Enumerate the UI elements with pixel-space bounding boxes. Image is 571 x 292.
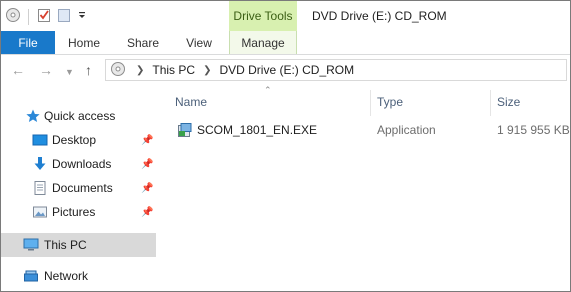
nav-item-network[interactable]: Network	[1, 264, 156, 288]
column-divider[interactable]	[490, 90, 491, 116]
nav-item-desktop[interactable]: Desktop 📌	[1, 128, 156, 152]
nav-label: This PC	[44, 238, 87, 252]
pin-icon[interactable]: 📌	[141, 183, 153, 194]
column-header-type[interactable]: Type	[377, 95, 403, 109]
network-icon	[23, 268, 39, 284]
tab-view[interactable]: View	[177, 31, 221, 54]
up-arrow-icon[interactable]: ↑	[85, 62, 92, 78]
nav-label: Desktop	[52, 133, 97, 147]
explorer-window: Drive Tools DVD Drive (E:) CD_ROM File H…	[0, 0, 571, 292]
window-title: DVD Drive (E:) CD_ROM	[312, 9, 447, 23]
pictures-icon	[32, 204, 48, 220]
nav-item-documents[interactable]: Documents 📌	[1, 176, 156, 200]
breadcrumb-this-pc[interactable]: This PC	[152, 63, 195, 77]
pin-icon[interactable]: 📌	[141, 135, 153, 146]
desktop-icon	[32, 132, 48, 148]
properties-icon[interactable]	[36, 7, 52, 26]
recent-locations-chevron-icon[interactable]: ▼	[65, 64, 74, 80]
file-list: ⌃ Name Type Size SCOM_1801_EN.EXE Applic…	[159, 85, 570, 291]
column-header-row: ⌃ Name Type Size	[159, 85, 570, 116]
nav-label: Documents	[52, 181, 113, 195]
ribbon-tabs: File Home Share View Manage	[1, 31, 570, 55]
star-icon	[25, 108, 41, 124]
tab-file[interactable]: File	[1, 31, 55, 54]
nav-label: Pictures	[52, 205, 96, 219]
breadcrumb-separator-icon: ❯	[136, 64, 145, 76]
drive-icon[interactable]	[5, 7, 21, 26]
nav-item-quick-access[interactable]: Quick access	[1, 104, 156, 128]
tab-share[interactable]: Share	[119, 31, 167, 54]
pin-icon[interactable]: 📌	[141, 207, 153, 218]
breadcrumb-separator-icon: ❯	[203, 64, 212, 76]
sort-ascending-icon: ⌃	[264, 85, 272, 95]
pin-icon[interactable]: 📌	[141, 159, 153, 170]
file-name: SCOM_1801_EN.EXE	[197, 123, 318, 137]
documents-icon	[32, 180, 48, 196]
setup-exe-icon	[177, 122, 193, 141]
download-icon	[32, 156, 48, 172]
customize-toolbar-icon[interactable]	[76, 7, 88, 26]
nav-label: Downloads	[52, 157, 112, 171]
forward-arrow-icon[interactable]: →	[39, 62, 53, 78]
back-arrow-icon[interactable]: ←	[11, 62, 25, 78]
new-folder-icon[interactable]	[56, 7, 72, 26]
address-drive-icon	[110, 61, 126, 80]
file-type: Application	[377, 123, 436, 137]
column-divider[interactable]	[370, 90, 371, 116]
title-bar: Drive Tools DVD Drive (E:) CD_ROM	[1, 1, 570, 31]
tab-manage[interactable]: Manage	[229, 31, 297, 54]
drive-tools-label: Drive Tools	[229, 1, 297, 31]
column-header-size[interactable]: Size	[497, 95, 520, 109]
address-row: ← → ▼ ↑ ❯ This PC ❯ DVD Drive (E:) CD_RO…	[1, 55, 570, 86]
breadcrumb-dvd-drive[interactable]: DVD Drive (E:) CD_ROM	[219, 63, 354, 77]
column-header-name[interactable]: Name	[175, 95, 207, 109]
computer-icon	[23, 237, 39, 253]
nav-item-this-pc[interactable]: This PC	[1, 233, 156, 257]
quick-access-toolbar	[5, 7, 88, 26]
nav-item-downloads[interactable]: Downloads 📌	[1, 152, 156, 176]
file-size: 1 915 955 KB	[497, 123, 570, 137]
toolbar-divider	[28, 8, 29, 25]
tab-home[interactable]: Home	[61, 31, 107, 54]
file-row[interactable]: SCOM_1801_EN.EXE Application 1 915 955 K…	[159, 119, 570, 141]
nav-label: Quick access	[44, 109, 116, 123]
nav-label: Network	[44, 269, 89, 283]
nav-item-pictures[interactable]: Pictures 📌	[1, 200, 156, 224]
address-bar[interactable]: ❯ This PC ❯ DVD Drive (E:) CD_ROM	[105, 59, 567, 81]
navigation-pane: Quick access Desktop 📌 Downloads 📌 Docum…	[1, 86, 156, 291]
